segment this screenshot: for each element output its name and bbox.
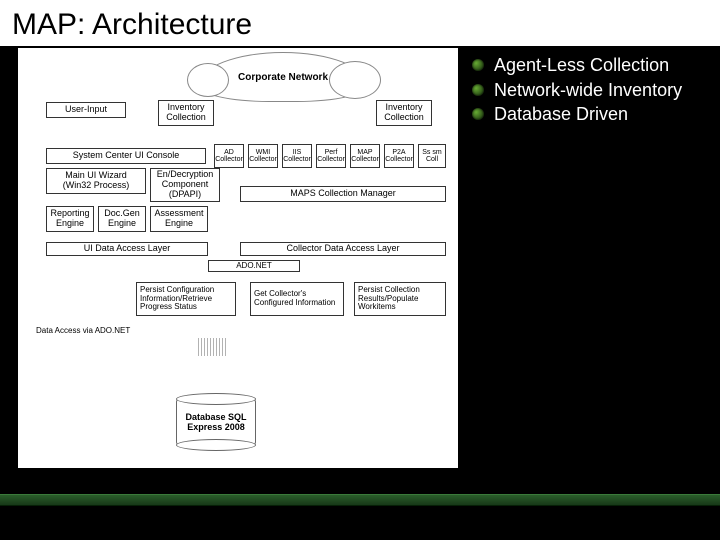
box-collector-wmi: WMI Collector: [248, 144, 278, 168]
architecture-diagram: Corporate Network User-Input Inventory C…: [18, 48, 458, 468]
box-persist-config: Persist Configuration Information/Retrie…: [136, 282, 236, 316]
box-persist-results: Persist Collection Results/Populate Work…: [354, 282, 446, 316]
page-title: MAP: Architecture: [0, 0, 720, 48]
box-maps-collection-manager: MAPS Collection Manager: [240, 186, 446, 202]
box-collector-p2a: P2A Collector: [384, 144, 414, 168]
cloud-corporate-network: Corporate Network: [198, 52, 368, 102]
box-collector-map: MAP Collector: [350, 144, 380, 168]
box-reporting-engine: Reporting Engine: [46, 206, 94, 232]
box-collector-other: Ss sm Coll: [418, 144, 446, 168]
label-data-access-via-ado: Data Access via ADO.NET: [36, 326, 130, 335]
bullet-item: Agent-Less Collection: [472, 54, 712, 77]
box-docgen-engine: Doc.Gen Engine: [98, 206, 146, 232]
box-encryption-component: En/Decryption Component (DPAPI): [150, 168, 220, 202]
box-assessment-engine: Assessment Engine: [150, 206, 208, 232]
box-main-ui-wizard: Main UI Wizard (Win32 Process): [46, 168, 146, 194]
box-inventory-collection-left: Inventory Collection: [158, 100, 214, 126]
database-label: Database SQL Express 2008: [177, 412, 255, 432]
box-user-input: User-Input: [46, 102, 126, 118]
footer-accent-bar: [0, 494, 720, 506]
box-system-center-ui: System Center UI Console: [46, 148, 206, 164]
box-collector-iis: IIS Collector: [282, 144, 312, 168]
box-ado-net: ADO.NET: [208, 260, 300, 272]
bullet-item: Database Driven: [472, 103, 712, 126]
box-inventory-collection-right: Inventory Collection: [376, 100, 432, 126]
feature-bullet-list: Agent-Less Collection Network-wide Inven…: [458, 48, 720, 478]
box-ui-data-access: UI Data Access Layer: [46, 242, 208, 256]
diagram-connector-hatch: [198, 338, 228, 356]
box-collector-ad: AD Collector: [214, 144, 244, 168]
box-collector-data-access: Collector Data Access Layer: [240, 242, 446, 256]
database-cylinder: Database SQL Express 2008: [176, 396, 256, 456]
cloud-label: Corporate Network: [238, 72, 328, 83]
content-area: Corporate Network User-Input Inventory C…: [0, 48, 720, 478]
bullet-item: Network-wide Inventory: [472, 79, 712, 102]
box-get-collectors: Get Collector's Configured Information: [250, 282, 344, 316]
box-collector-perf: Perf Collector: [316, 144, 346, 168]
